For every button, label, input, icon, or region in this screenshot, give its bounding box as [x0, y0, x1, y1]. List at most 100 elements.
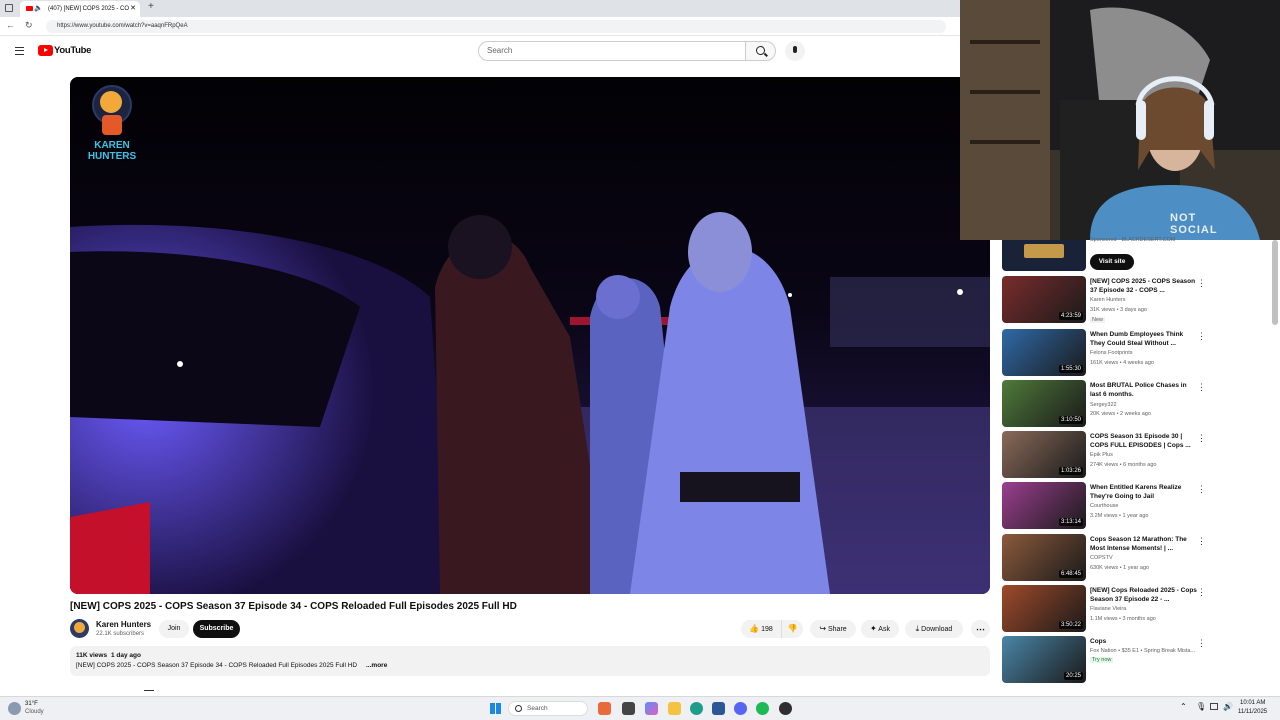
sidebar-scrollbar[interactable] [1272, 240, 1278, 325]
recommendation-thumbnail[interactable]: 20:25 [1002, 636, 1086, 683]
recommendation-thumbnail[interactable]: 3:13:14 [1002, 482, 1086, 529]
recommendation-item[interactable]: 3:13:14 When Entitled Karens Realize The… [1002, 482, 1272, 530]
dislike-button[interactable]: 👎 [781, 620, 803, 638]
windows-start-icon[interactable] [490, 703, 501, 714]
recommendation-item[interactable]: 3:50:22 [NEW] Cops Reloaded 2025 - Cops … [1002, 585, 1272, 633]
duration-badge: 3:10:50 [1058, 416, 1083, 424]
ask-button[interactable]: ✦ Ask [861, 620, 899, 638]
ad-thumbnail[interactable] [1002, 240, 1086, 271]
search-button[interactable] [746, 41, 776, 61]
more-options-icon[interactable]: ⋮ [1197, 587, 1206, 598]
recommendation-thumbnail[interactable]: 3:50:22 [1002, 585, 1086, 632]
new-tab-icon[interactable]: + [148, 1, 154, 12]
recommendation-meta: 3.2M views • 1 year ago [1090, 513, 1149, 519]
more-options-icon[interactable]: ⋮ [1197, 638, 1206, 649]
obs-icon[interactable] [779, 702, 792, 715]
recommendation-channel[interactable]: COPSTV [1090, 555, 1113, 561]
recommendation-title[interactable]: When Dumb Employees Think They Could Ste… [1090, 330, 1198, 348]
recommendation-thumbnail[interactable]: 1:55:30 [1002, 329, 1086, 376]
speaker-icon[interactable]: 🔈 [34, 1, 43, 17]
url-field[interactable]: https://www.youtube.com/watch?v=aaqnFRpQ… [46, 20, 946, 33]
tray-chevron-icon[interactable]: ⌃ [1180, 702, 1187, 711]
share-button[interactable]: ↪ Share [810, 620, 856, 638]
recommendation-item[interactable]: 6:48:45 Cops Season 12 Marathon: The Mos… [1002, 534, 1272, 582]
new-badge: New [1090, 317, 1106, 323]
window-menu-icon[interactable] [5, 4, 13, 12]
recommendation-title[interactable]: [NEW] COPS 2025 - COPS Season 37 Episode… [1090, 277, 1198, 295]
recommendation-title[interactable]: COPS Season 31 Episode 30 | COPS FULL EP… [1090, 432, 1198, 450]
recommendation-thumbnail[interactable]: 6:48:45 [1002, 534, 1086, 581]
more-actions-button[interactable]: ⋯ [971, 620, 990, 638]
recommendation-channel[interactable]: Sergey322 [1090, 402, 1117, 408]
upload-age: 1 day ago [111, 652, 141, 659]
recommendation-title[interactable]: Most BRUTAL Police Chases in last 6 mont… [1090, 381, 1198, 399]
recommendation-thumbnail[interactable]: 3:10:50 [1002, 380, 1086, 427]
more-options-icon[interactable]: ⋮ [1197, 382, 1206, 393]
description-box[interactable]: 11K views 1 day ago [NEW] COPS 2025 - CO… [70, 646, 990, 676]
search-input[interactable]: Search [478, 41, 746, 61]
task-view-icon[interactable] [622, 702, 635, 715]
taskbar-app-icon[interactable] [598, 702, 611, 715]
download-button[interactable]: ⤓ Download [905, 620, 963, 638]
join-button[interactable]: Join [159, 620, 189, 638]
store-icon[interactable] [712, 702, 725, 715]
like-button[interactable]: 👍 198 [741, 620, 781, 638]
visit-site-button[interactable]: Visit site [1090, 254, 1134, 270]
weather-temp[interactable]: 31°F [25, 701, 38, 707]
recommendation-channel[interactable]: Karen Hunters [1090, 297, 1125, 303]
weather-icon[interactable] [8, 702, 21, 715]
recommendation-channel[interactable]: Felons Footprints [1090, 350, 1133, 356]
copilot-icon[interactable] [645, 702, 658, 715]
more-options-icon[interactable]: ⋮ [1197, 484, 1206, 495]
clock-date[interactable]: 11/11/2025 [1238, 709, 1267, 715]
reload-icon[interactable]: ↻ [25, 20, 33, 31]
subscribe-button[interactable]: Subscribe [193, 620, 240, 638]
description-more-link[interactable]: ...more [366, 662, 387, 669]
recommendation-title[interactable]: Cops [1090, 637, 1198, 646]
more-options-icon[interactable]: ⋮ [1197, 536, 1206, 547]
recommendation-title[interactable]: [NEW] Cops Reloaded 2025 - Cops Season 3… [1090, 586, 1198, 604]
network-icon[interactable] [1210, 703, 1218, 710]
recommendation-thumbnail[interactable]: 4:23:59 [1002, 276, 1086, 323]
recommendation-item[interactable]: 1:03:26 COPS Season 31 Episode 30 | COPS… [1002, 431, 1272, 479]
dislike-icon: 👎 [787, 624, 798, 633]
microphone-tray-icon[interactable]: 🎙 [1196, 702, 1206, 711]
more-options-icon[interactable]: ⋮ [1197, 433, 1206, 444]
recommendation-item[interactable]: 20:25 Cops Fox Nation • $35 E1 • Spring … [1002, 636, 1272, 684]
channel-avatar[interactable] [70, 619, 89, 638]
sort-by-icon[interactable] [144, 690, 154, 694]
recommendation-channel[interactable]: Fox Nation • $35 E1 • Spring Break Mista… [1090, 648, 1200, 654]
try-now-badge[interactable]: Try now [1090, 657, 1114, 663]
recommendation-title[interactable]: When Entitled Karens Realize They're Goi… [1090, 483, 1198, 501]
browser-tab[interactable]: 🔈 (407) [NEW] COPS 2025 - CO ✕ [20, 1, 140, 17]
recommendation-item[interactable]: 4:23:59 [NEW] COPS 2025 - COPS Season 37… [1002, 276, 1272, 324]
video-player[interactable]: KAREN HUNTERS [70, 77, 990, 594]
recommendation-channel[interactable]: Flaviane Vieira [1090, 606, 1126, 612]
recommendation-channel[interactable]: Epik Plus [1090, 452, 1113, 458]
more-options-icon[interactable]: ⋮ [1197, 331, 1206, 342]
recommendation-thumbnail[interactable]: 1:03:26 [1002, 431, 1086, 478]
recommendation-item[interactable]: 1:55:30 When Dumb Employees Think They C… [1002, 329, 1272, 377]
voice-search-button[interactable] [785, 41, 805, 61]
more-options-icon[interactable]: ⋮ [1197, 278, 1206, 289]
channel-name[interactable]: Karen Hunters [96, 620, 151, 629]
edge-icon[interactable] [690, 702, 703, 715]
clock-time[interactable]: 10:01 AM [1240, 700, 1265, 706]
discord-icon[interactable] [734, 702, 747, 715]
webcam-frame [960, 0, 1280, 240]
karen-body-icon [102, 115, 122, 135]
spotify-icon[interactable] [756, 702, 769, 715]
recommendation-channel[interactable]: Courthouse [1090, 503, 1118, 509]
recommendation-title[interactable]: Cops Season 12 Marathon: The Most Intens… [1090, 535, 1198, 553]
hamburger-menu-icon[interactable] [15, 47, 24, 55]
taskbar-search[interactable]: Search [508, 701, 588, 716]
sponsored-ad[interactable]: Sponsored · BLACKDESERT.COM Visit site [1002, 237, 1272, 272]
back-icon[interactable]: ← [6, 20, 15, 30]
like-icon: 👍 [749, 624, 760, 633]
volume-icon[interactable]: 🔊 [1223, 702, 1233, 711]
like-count: 198 [761, 626, 773, 633]
video-title: [NEW] COPS 2025 - COPS Season 37 Episode… [70, 601, 517, 612]
recommendation-item[interactable]: 3:10:50 Most BRUTAL Police Chases in las… [1002, 380, 1272, 428]
close-tab-icon[interactable]: ✕ [130, 1, 136, 17]
file-explorer-icon[interactable] [668, 702, 681, 715]
